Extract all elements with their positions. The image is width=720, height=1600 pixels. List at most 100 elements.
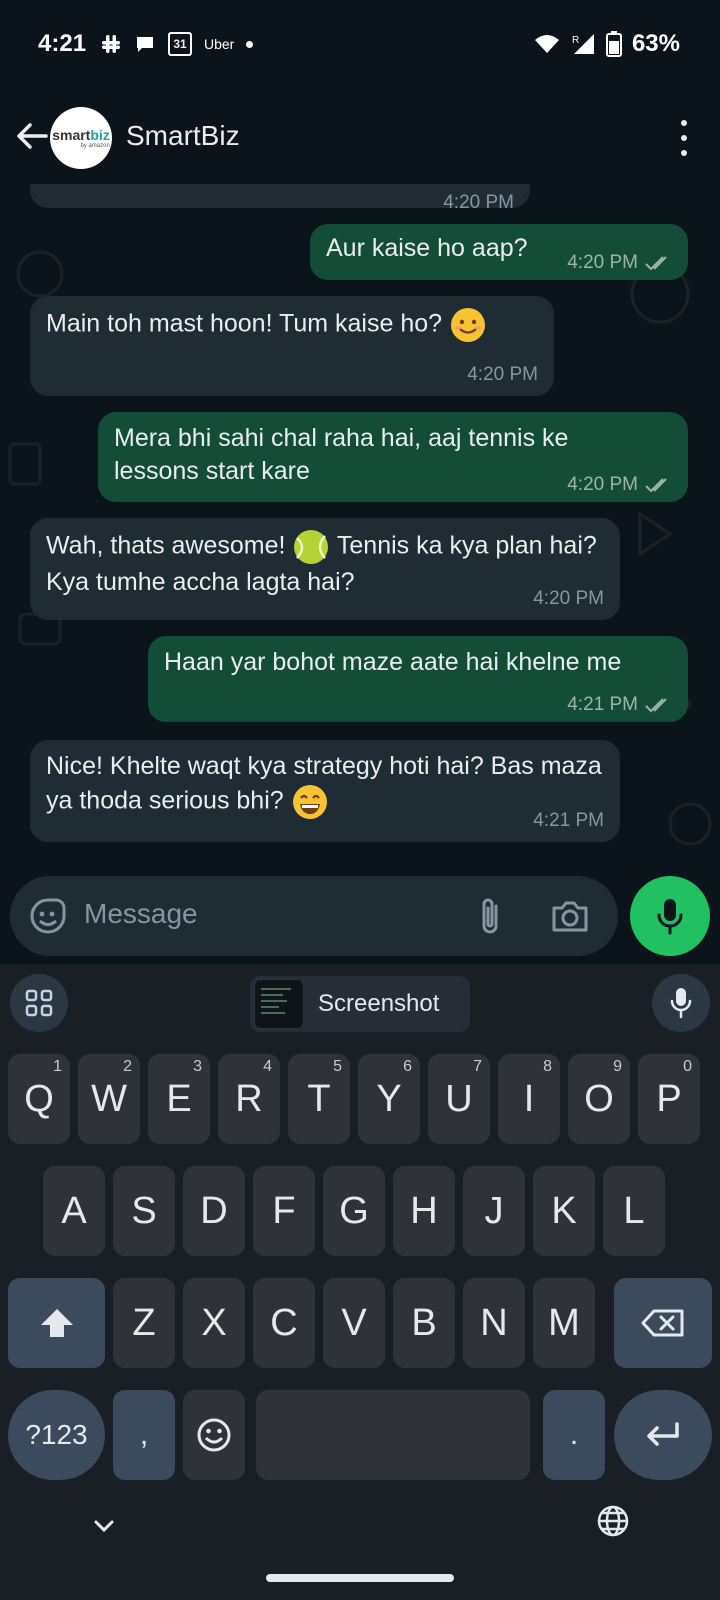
key-h[interactable]: H (393, 1166, 455, 1256)
emoji-icon (197, 1418, 231, 1452)
read-receipt-icon (645, 478, 667, 493)
clock: 4:21 (38, 30, 87, 57)
message-composer[interactable]: Message (10, 876, 618, 956)
message-text: Haan yar bohot maze aate hai khelne me (164, 648, 622, 676)
calendar-icon: 31 (168, 32, 192, 56)
key-m[interactable]: M (533, 1278, 595, 1368)
message-meta: 4:20 PM (533, 588, 604, 610)
hide-keyboard-icon[interactable] (92, 1516, 116, 1536)
backspace-key[interactable] (614, 1278, 712, 1368)
chat-bubble-icon (137, 37, 153, 52)
keyboard-apps-icon[interactable] (10, 974, 68, 1032)
message-meta: 4:20 PM (443, 192, 514, 214)
message-text: Wah, thats awesome! Tennis ka kya plan h… (46, 528, 606, 599)
message-meta: 4:21 PM (533, 810, 604, 832)
key-j[interactable]: J (463, 1166, 525, 1256)
message-time: 4:21 PM (533, 810, 604, 831)
message-list[interactable]: 4:20 PM Aur kaise ho aap? 4:20 PM Main t… (0, 184, 720, 964)
message-input[interactable]: Message (84, 898, 198, 930)
read-receipt-icon (645, 256, 667, 271)
message-bubble-incoming[interactable]: Wah, thats awesome! Tennis ka kya plan h… (30, 518, 620, 620)
message-meta: 4:20 PM (467, 364, 538, 386)
message-meta: 4:20 PM (567, 252, 672, 274)
key-u[interactable]: U7 (428, 1054, 490, 1144)
message-bubble-outgoing[interactable]: Aur kaise ho aap? 4:20 PM (310, 224, 688, 280)
mic-icon (670, 988, 692, 1019)
key-c[interactable]: C (253, 1278, 315, 1368)
key-k[interactable]: K (533, 1166, 595, 1256)
message-time: 4:20 PM (533, 588, 604, 609)
space-bar[interactable] (256, 1390, 530, 1480)
key-w[interactable]: W2 (78, 1054, 140, 1144)
more-notifications-dot (246, 40, 254, 48)
message-text: Nice! Khelte waqt kya strategy hoti hai?… (46, 750, 606, 821)
smiling-face-emoji-icon (451, 308, 485, 342)
message-meta: 4:21 PM (567, 694, 672, 716)
notification-icons: 31 Uber (100, 32, 254, 56)
message-time: 4:20 PM (567, 474, 638, 495)
message-bubble-outgoing[interactable]: Mera bhi sahi chal raha hai, aaj tennis … (98, 412, 688, 502)
attach-icon[interactable] (470, 894, 510, 938)
key-b[interactable]: B (393, 1278, 455, 1368)
message-bubble-incoming[interactable]: Main toh mast hoon! Tum kaise ho? 4:20 P… (30, 296, 554, 396)
more-options-icon[interactable] (678, 120, 690, 156)
comma-key[interactable]: , (113, 1390, 175, 1480)
screenshot-thumbnail (254, 979, 304, 1029)
grinning-face-emoji-icon (292, 785, 327, 819)
key-g[interactable]: G (323, 1166, 385, 1256)
shift-arrow-icon (40, 1309, 73, 1337)
back-arrow-icon[interactable] (12, 116, 52, 156)
grid-icon (25, 989, 53, 1017)
period-key[interactable]: . (543, 1390, 605, 1480)
status-bar: 4:21 31 Uber R 63% (0, 0, 720, 92)
enter-key[interactable] (614, 1390, 712, 1480)
battery-icon (605, 31, 622, 57)
shift-key[interactable] (8, 1278, 105, 1368)
message-meta: 4:20 PM (567, 474, 672, 496)
key-f[interactable]: F (253, 1166, 315, 1256)
key-s[interactable]: S (113, 1166, 175, 1256)
key-x[interactable]: X (183, 1278, 245, 1368)
key-a[interactable]: A (43, 1166, 105, 1256)
key-p[interactable]: P0 (638, 1054, 700, 1144)
avatar[interactable]: smartbiz by amazon (50, 107, 112, 169)
key-e[interactable]: E3 (148, 1054, 210, 1144)
key-d[interactable]: D (183, 1166, 245, 1256)
emoji-key[interactable] (183, 1390, 245, 1480)
message-bubble-outgoing[interactable]: Haan yar bohot maze aate hai khelne me 4… (148, 636, 688, 722)
clipboard-suggestion-chip[interactable]: Screenshot (250, 976, 470, 1032)
roaming-label: R (572, 35, 579, 46)
cell-signal-icon: R (572, 34, 594, 54)
camera-icon[interactable] (550, 896, 590, 936)
avatar-logo: smartbiz by amazon (52, 127, 110, 149)
key-q[interactable]: Q1 (8, 1054, 70, 1144)
message-time: 4:20 PM (443, 192, 514, 213)
message-time: 4:20 PM (467, 364, 538, 385)
key-o[interactable]: O9 (568, 1054, 630, 1144)
message-time: 4:21 PM (567, 694, 638, 715)
key-z[interactable]: Z (113, 1278, 175, 1368)
keyboard: Screenshot Q1 W2 E3 R4 T5 Y6 U7 I8 O9 P0… (0, 964, 720, 1600)
key-r[interactable]: R4 (218, 1054, 280, 1144)
key-y[interactable]: Y6 (358, 1054, 420, 1144)
key-v[interactable]: V (323, 1278, 385, 1368)
symbols-key[interactable]: ?123 (8, 1390, 105, 1480)
system-icons: R 63% (534, 30, 680, 58)
chat-title[interactable]: SmartBiz (126, 120, 240, 152)
key-l[interactable]: L (603, 1166, 665, 1256)
uber-icon: Uber (204, 36, 235, 52)
gesture-navigation-bar[interactable] (266, 1574, 454, 1582)
voice-message-button[interactable] (630, 876, 710, 956)
key-i[interactable]: I8 (498, 1054, 560, 1144)
emoji-sticker-icon[interactable] (28, 896, 68, 936)
message-text: Mera bhi sahi chal raha hai, aaj tennis … (114, 424, 569, 485)
backspace-icon (641, 1309, 684, 1337)
voice-typing-button[interactable] (652, 974, 710, 1032)
key-n[interactable]: N (463, 1278, 525, 1368)
read-receipt-icon (645, 698, 667, 713)
message-bubble-incoming[interactable]: 4:20 PM (30, 184, 530, 213)
language-globe-icon[interactable] (596, 1504, 630, 1538)
tennis-ball-emoji-icon (294, 530, 329, 564)
key-t[interactable]: T5 (288, 1054, 350, 1144)
message-bubble-incoming[interactable]: Nice! Khelte waqt kya strategy hoti hai?… (30, 740, 620, 842)
